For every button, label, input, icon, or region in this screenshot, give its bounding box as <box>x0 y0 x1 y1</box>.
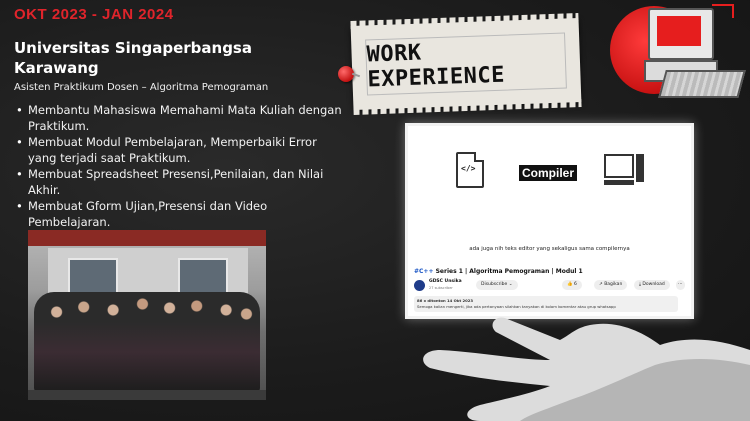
download-label: Download <box>642 282 665 287</box>
section-title-frame: WORK EXPERIENCE <box>365 32 567 96</box>
photo-crowd <box>34 292 260 392</box>
photo-floor <box>28 390 266 400</box>
channel-name[interactable]: GDSC Unsika <box>429 279 462 284</box>
university-name: Universitas Singaperbangsa Karawang <box>14 39 252 77</box>
list-item: Membuat Modul Pembelajaran, Memperbaiki … <box>14 134 344 166</box>
push-pin-icon <box>338 66 354 82</box>
torn-edge <box>353 98 582 115</box>
cable <box>712 4 734 18</box>
responsibility-list: Membantu Mahasiswa Memahami Mata Kuliah … <box>14 102 344 230</box>
keyboard-bar <box>604 180 634 185</box>
video-caption: ada juga nih teks editor yang sekaligus … <box>469 246 630 252</box>
code-file-icon: </> <box>456 152 484 188</box>
desktop-computer-icon <box>604 154 644 188</box>
share-button[interactable]: ↗ Bagikan <box>594 280 628 290</box>
period-label: OKT 2023 - JAN 2024 <box>14 6 174 23</box>
code-glyph: </> <box>461 164 476 173</box>
role-title: Asisten Praktikum Dosen – Algoritma Pemo… <box>14 82 269 93</box>
video-title[interactable]: #C++ Series 1 | Algoritma Pemograman | M… <box>414 268 583 275</box>
torn-edge <box>350 13 579 30</box>
list-item: Membuat Spreadsheet Presensi,Penilaian, … <box>14 166 344 198</box>
like-button[interactable]: 👍 6 <box>562 280 582 290</box>
compiler-label: Compiler <box>519 165 578 181</box>
photo-roof <box>28 230 266 246</box>
video-player[interactable]: </> Compiler ada juga nih teks editor ya… <box>408 126 691 266</box>
screen <box>657 16 701 46</box>
hashtag[interactable]: #C++ <box>414 268 434 275</box>
section-title-paper: WORK EXPERIENCE <box>350 13 582 115</box>
tower <box>636 154 644 182</box>
list-item: Membuat Gform Ujian,Presensi dan Video P… <box>14 198 344 230</box>
share-label: Bagikan <box>604 282 623 287</box>
keyboard <box>658 70 746 98</box>
retro-computer-icon <box>640 4 746 100</box>
more-button[interactable]: ⋯ <box>676 280 685 290</box>
video-title-text: Series 1 | Algoritma Pemograman | Modul … <box>433 268 583 275</box>
group-photo <box>28 230 266 400</box>
list-item: Membantu Mahasiswa Memahami Mata Kuliah … <box>14 102 344 134</box>
like-count: 6 <box>574 282 577 287</box>
section-title: WORK EXPERIENCE <box>366 40 506 93</box>
download-button[interactable]: ⤓ Download <box>634 280 670 290</box>
monitor-outline <box>604 154 634 178</box>
subscribe-button[interactable]: Disubscribe ⌄ <box>476 280 518 290</box>
monitor <box>648 8 714 60</box>
file-fold <box>474 152 484 162</box>
reaching-hand-image <box>423 317 750 421</box>
